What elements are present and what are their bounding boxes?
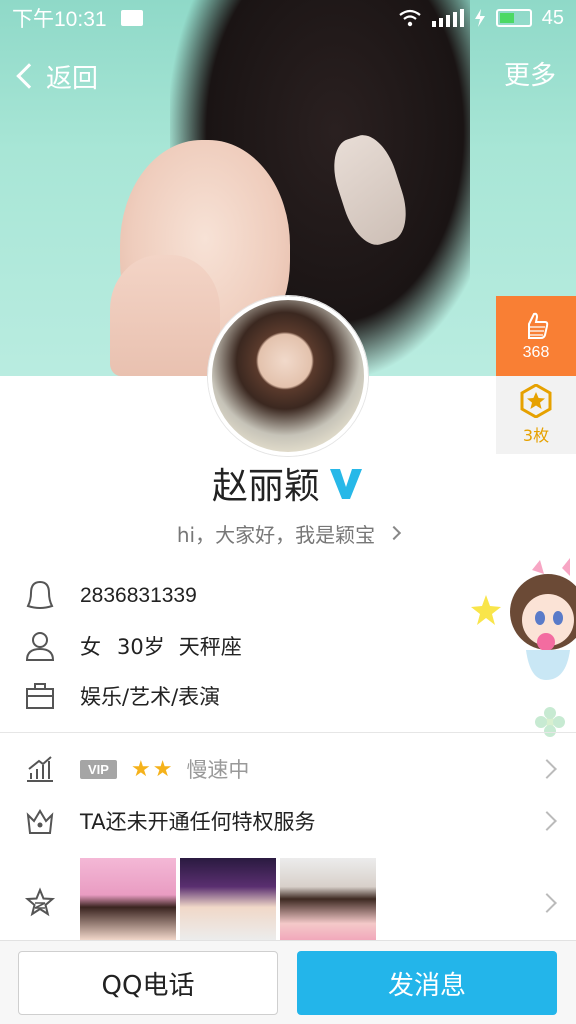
more-button[interactable]: 更多 bbox=[504, 56, 556, 96]
wifi-icon bbox=[399, 9, 421, 27]
growth-chart-icon bbox=[22, 751, 58, 787]
star-badge-icon bbox=[22, 885, 58, 921]
back-label: 返回 bbox=[46, 63, 99, 94]
qq-number-row: 2836831339 bbox=[22, 576, 197, 616]
privilege-row[interactable]: TA还未开通任何特权服务 bbox=[22, 796, 562, 846]
battery-level: 45 bbox=[541, 6, 564, 29]
star-icon: ★ bbox=[130, 756, 151, 782]
verified-v-icon bbox=[330, 469, 362, 499]
chevron-right-icon bbox=[387, 525, 402, 541]
battery-icon bbox=[495, 9, 532, 27]
chevron-left-icon bbox=[16, 63, 42, 89]
status-bar: 下午10:31 45 bbox=[0, 0, 576, 36]
qq-number: 2836831339 bbox=[80, 584, 197, 607]
send-message-button[interactable]: 发消息 bbox=[297, 951, 557, 1015]
vip-row[interactable]: VIP ★ ★ 慢速中 bbox=[22, 744, 562, 794]
message-icon bbox=[120, 10, 143, 26]
qq-call-button[interactable]: QQ电话 bbox=[18, 951, 278, 1015]
occupation: 娱乐/艺术/表演 bbox=[80, 685, 221, 709]
age: 30岁 bbox=[117, 635, 165, 659]
occupation-row: 娱乐/艺术/表演 bbox=[22, 676, 220, 716]
star-icon: ★ bbox=[152, 756, 173, 782]
profile-name: 赵丽颖 bbox=[211, 466, 320, 507]
avatar[interactable] bbox=[208, 296, 368, 456]
signal-icon bbox=[431, 9, 464, 27]
back-button[interactable]: 返回 bbox=[14, 56, 98, 96]
chevron-right-icon bbox=[537, 893, 557, 913]
chevron-right-icon bbox=[537, 811, 557, 831]
crown-icon bbox=[22, 803, 58, 839]
person-icon bbox=[22, 628, 58, 664]
cartoon-girl-sticker bbox=[471, 558, 576, 737]
privilege-text: TA还未开通任何特权服务 bbox=[80, 810, 316, 834]
photo-wall bbox=[80, 858, 376, 940]
star-medal-icon bbox=[520, 384, 552, 418]
thumbs-up-icon bbox=[528, 312, 549, 339]
cover-photo-hand bbox=[110, 255, 220, 376]
penguin-icon bbox=[22, 578, 58, 614]
medal-button[interactable]: 3枚 bbox=[496, 376, 576, 454]
zodiac: 天秤座 bbox=[178, 635, 242, 659]
photo-thumbnail[interactable] bbox=[80, 858, 176, 940]
charging-icon bbox=[474, 9, 485, 27]
signature-text: hi，大家好，我是颖宝 bbox=[176, 522, 376, 547]
briefcase-icon bbox=[22, 678, 58, 714]
vip-badge: VIP bbox=[80, 759, 117, 779]
bottom-action-bar: QQ电话 发消息 bbox=[0, 940, 576, 1024]
likes-button[interactable]: 368 bbox=[496, 296, 576, 376]
likes-count: 368 bbox=[522, 344, 550, 361]
basic-info-row: 女 30岁 天秤座 bbox=[22, 626, 242, 666]
status-time: 下午10:31 bbox=[12, 8, 107, 31]
photo-thumbnail[interactable] bbox=[280, 858, 376, 940]
photo-thumbnail[interactable] bbox=[180, 858, 276, 940]
name-row: 赵丽颖 bbox=[0, 458, 576, 508]
vip-speed: 慢速中 bbox=[186, 758, 250, 782]
section-divider bbox=[0, 732, 576, 733]
medal-count: 3枚 bbox=[522, 426, 550, 445]
gender: 女 bbox=[80, 635, 101, 659]
chevron-right-icon bbox=[537, 759, 557, 779]
